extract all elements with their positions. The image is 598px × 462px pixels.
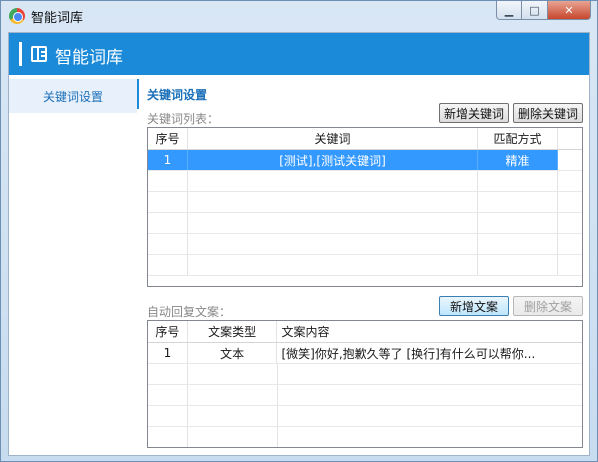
column-header-index[interactable]: 序号 — [148, 321, 188, 342]
row-keyword: [测试],[测试关键词] — [188, 150, 478, 170]
row-index: 1 — [148, 343, 188, 363]
empty-row — [148, 234, 582, 255]
client-area: 智能词库 关键词设置 关键词设置 关键词列表： 新增关键词 删除关键词 序号 关… — [8, 32, 590, 456]
empty-row — [148, 255, 582, 276]
header-title: 智能词库 — [55, 48, 123, 68]
empty-row — [148, 192, 582, 213]
column-header-reply-content[interactable]: 文案内容 — [277, 321, 582, 342]
sidebar-item-label: 关键词设置 — [42, 89, 103, 104]
table-row[interactable]: 1 文本 [微笑]你好,抱歉久等了 [换行]有什么可以帮你... — [148, 343, 582, 364]
close-icon: ✕ — [564, 3, 574, 17]
row-index: 1 — [148, 150, 188, 170]
maximize-button[interactable]: □ — [522, 1, 548, 20]
book-icon — [31, 46, 47, 62]
window-controls: ▁ □ ✕ — [496, 1, 591, 20]
maximize-icon: □ — [529, 3, 540, 17]
reply-table[interactable]: 序号 文案类型 文案内容 1 文本 [微笑]你好,抱歉久等了 [换行]有什么可以… — [147, 320, 583, 448]
empty-row — [148, 406, 582, 427]
title-bar[interactable]: 智能词库 ▁ □ ✕ — [1, 1, 597, 31]
keyword-list-label: 关键词列表： — [147, 112, 220, 126]
row-match-mode: 精准 — [478, 150, 558, 170]
column-header-keyword[interactable]: 关键词 — [188, 128, 478, 149]
row-spacer — [558, 150, 582, 170]
auto-reply-label: 自动回复文案： — [147, 305, 232, 319]
add-keyword-button[interactable]: 新增关键词 — [439, 103, 509, 123]
column-header-index[interactable]: 序号 — [148, 128, 188, 149]
keyword-table[interactable]: 序号 关键词 匹配方式 1 [测试],[测试关键词] 精准 — [147, 127, 583, 287]
sidebar-item-keyword-settings[interactable]: 关键词设置 — [9, 79, 137, 113]
empty-row — [148, 385, 582, 406]
header-accent-bar — [19, 42, 22, 66]
app-header: 智能词库 — [9, 33, 589, 75]
app-window: 智能词库 ▁ □ ✕ 智能词库 关键词设置 关键词设置 关键词列表： 新增关键词… — [0, 0, 598, 462]
reply-table-header: 序号 文案类型 文案内容 — [148, 321, 582, 343]
main-panel: 关键词设置 关键词列表： 新增关键词 删除关键词 序号 关键词 匹配方式 1 [… — [139, 75, 589, 455]
window-title: 智能词库 — [31, 11, 84, 26]
minimize-icon: ▁ — [504, 3, 514, 17]
empty-row — [148, 427, 582, 447]
delete-reply-button[interactable]: 删除文案 — [513, 296, 583, 316]
empty-row — [148, 213, 582, 234]
empty-row — [148, 364, 582, 385]
row-reply-content: [微笑]你好,抱歉久等了 [换行]有什么可以帮你... — [281, 346, 536, 361]
sidebar: 关键词设置 — [9, 75, 137, 455]
close-button[interactable]: ✕ — [548, 1, 591, 20]
table-row[interactable]: 1 [测试],[测试关键词] 精准 — [148, 150, 582, 171]
column-header-match-mode[interactable]: 匹配方式 — [478, 128, 558, 149]
row-reply-type: 文本 — [188, 343, 278, 363]
delete-keyword-button[interactable]: 删除关键词 — [513, 103, 583, 123]
keyword-table-header: 序号 关键词 匹配方式 — [148, 128, 582, 150]
column-header-reply-type[interactable]: 文案类型 — [188, 321, 278, 342]
section-title: 关键词设置 — [147, 88, 208, 102]
empty-row — [148, 171, 582, 192]
add-reply-button[interactable]: 新增文案 — [439, 296, 509, 316]
chrome-icon — [9, 8, 25, 24]
column-header-spacer — [558, 128, 582, 149]
minimize-button[interactable]: ▁ — [496, 1, 522, 20]
